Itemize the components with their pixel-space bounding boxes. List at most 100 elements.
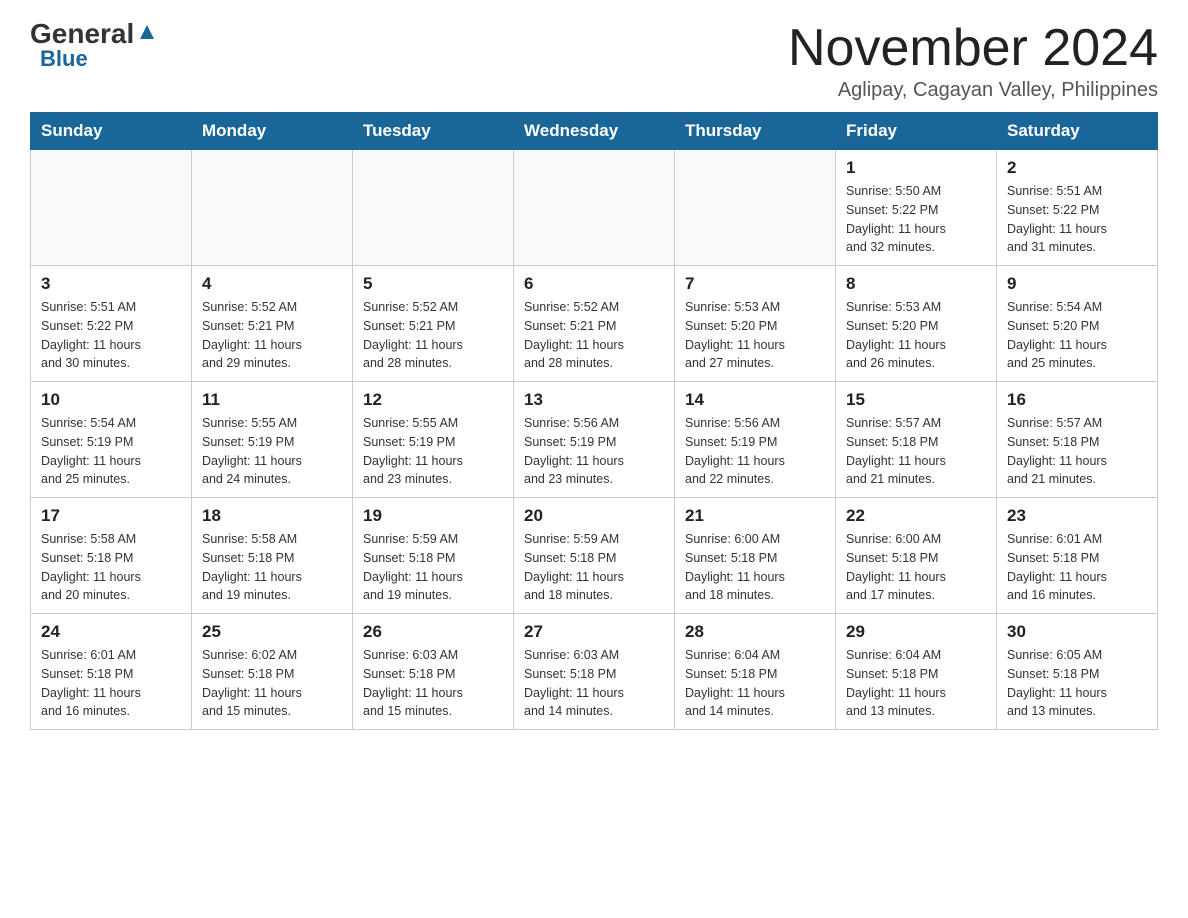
day-number: 20: [524, 506, 664, 526]
day-info: Sunrise: 5:55 AMSunset: 5:19 PMDaylight:…: [363, 414, 503, 489]
location-subtitle: Aglipay, Cagayan Valley, Philippines: [788, 79, 1158, 102]
day-info: Sunrise: 5:51 AMSunset: 5:22 PMDaylight:…: [41, 298, 181, 373]
day-info: Sunrise: 5:59 AMSunset: 5:18 PMDaylight:…: [524, 530, 664, 605]
calendar-week-row: 10Sunrise: 5:54 AMSunset: 5:19 PMDayligh…: [31, 382, 1158, 498]
calendar-cell: 6 Sunrise: 5:52 AMSunset: 5:21 PMDaylight…: [514, 266, 675, 382]
day-number: 12: [363, 390, 503, 410]
weekday-header-row: SundayMondayTuesdayWednesdayThursdayFrid…: [31, 113, 1158, 150]
day-info: Sunrise: 6:05 AMSunset: 5:18 PMDaylight:…: [1007, 646, 1147, 721]
calendar-week-row: 3 Sunrise: 5:51 AMSunset: 5:22 PMDaylight…: [31, 266, 1158, 382]
weekday-header-wednesday: Wednesday: [514, 113, 675, 150]
calendar-cell: 19Sunrise: 5:59 AMSunset: 5:18 PMDayligh…: [353, 498, 514, 614]
calendar-cell: 29 Sunrise: 6:04 AMSunset: 5:18 PMDayligh…: [836, 614, 997, 730]
day-number: 22: [846, 506, 986, 526]
weekday-header-friday: Friday: [836, 113, 997, 150]
calendar-cell: [514, 150, 675, 266]
day-number: 25: [202, 622, 342, 642]
calendar-cell: 17 Sunrise: 5:58 AMSunset: 5:18 PMDayligh…: [31, 498, 192, 614]
calendar-cell: 21Sunrise: 6:00 AMSunset: 5:18 PMDayligh…: [675, 498, 836, 614]
calendar-cell: 11 Sunrise: 5:55 AMSunset: 5:19 PMDayligh…: [192, 382, 353, 498]
day-number: 23: [1007, 506, 1147, 526]
day-number: 1: [846, 158, 986, 178]
day-number: 5: [363, 274, 503, 294]
calendar-cell: 8 Sunrise: 5:53 AMSunset: 5:20 PMDaylight…: [836, 266, 997, 382]
day-info: Sunrise: 6:04 AMSunset: 5:18 PMDaylight:…: [846, 646, 986, 721]
day-info: Sunrise: 5:53 AMSunset: 5:20 PMDaylight:…: [685, 298, 825, 373]
day-info: Sunrise: 5:51 AMSunset: 5:22 PMDaylight:…: [1007, 182, 1147, 257]
day-number: 27: [524, 622, 664, 642]
weekday-header-tuesday: Tuesday: [353, 113, 514, 150]
day-info: Sunrise: 5:55 AMSunset: 5:19 PMDaylight:…: [202, 414, 342, 489]
calendar-week-row: 1 Sunrise: 5:50 AMSunset: 5:22 PMDaylight…: [31, 150, 1158, 266]
calendar-cell: 10Sunrise: 5:54 AMSunset: 5:19 PMDayligh…: [31, 382, 192, 498]
calendar-cell: 27Sunrise: 6:03 AMSunset: 5:18 PMDayligh…: [514, 614, 675, 730]
day-info: Sunrise: 5:54 AMSunset: 5:20 PMDaylight:…: [1007, 298, 1147, 373]
calendar-cell: [353, 150, 514, 266]
calendar-cell: [675, 150, 836, 266]
day-info: Sunrise: 5:58 AMSunset: 5:18 PMDaylight:…: [41, 530, 181, 605]
day-number: 6: [524, 274, 664, 294]
calendar-cell: 12 Sunrise: 5:55 AMSunset: 5:19 PMDayligh…: [353, 382, 514, 498]
day-info: Sunrise: 6:03 AMSunset: 5:18 PMDaylight:…: [363, 646, 503, 721]
calendar-cell: 14Sunrise: 5:56 AMSunset: 5:19 PMDayligh…: [675, 382, 836, 498]
calendar-cell: 25 Sunrise: 6:02 AMSunset: 5:18 PMDayligh…: [192, 614, 353, 730]
day-number: 16: [1007, 390, 1147, 410]
calendar-cell: 22 Sunrise: 6:00 AMSunset: 5:18 PMDayligh…: [836, 498, 997, 614]
page-header: General Blue November 2024 Aglipay, Caga…: [30, 20, 1158, 102]
day-number: 17: [41, 506, 181, 526]
day-info: Sunrise: 5:58 AMSunset: 5:18 PMDaylight:…: [202, 530, 342, 605]
calendar-cell: 18 Sunrise: 5:58 AMSunset: 5:18 PMDayligh…: [192, 498, 353, 614]
calendar-table: SundayMondayTuesdayWednesdayThursdayFrid…: [30, 112, 1158, 730]
calendar-cell: 20 Sunrise: 5:59 AMSunset: 5:18 PMDayligh…: [514, 498, 675, 614]
day-info: Sunrise: 5:53 AMSunset: 5:20 PMDaylight:…: [846, 298, 986, 373]
day-number: 13: [524, 390, 664, 410]
calendar-cell: 7Sunrise: 5:53 AMSunset: 5:20 PMDaylight…: [675, 266, 836, 382]
calendar-cell: 16 Sunrise: 5:57 AMSunset: 5:18 PMDayligh…: [997, 382, 1158, 498]
calendar-cell: 9 Sunrise: 5:54 AMSunset: 5:20 PMDaylight…: [997, 266, 1158, 382]
day-info: Sunrise: 6:01 AMSunset: 5:18 PMDaylight:…: [1007, 530, 1147, 605]
day-number: 4: [202, 274, 342, 294]
day-number: 11: [202, 390, 342, 410]
day-info: Sunrise: 6:00 AMSunset: 5:18 PMDaylight:…: [685, 530, 825, 605]
calendar-cell: 3 Sunrise: 5:51 AMSunset: 5:22 PMDaylight…: [31, 266, 192, 382]
day-number: 24: [41, 622, 181, 642]
day-info: Sunrise: 5:57 AMSunset: 5:18 PMDaylight:…: [1007, 414, 1147, 489]
day-number: 15: [846, 390, 986, 410]
logo: General Blue: [30, 20, 158, 72]
day-info: Sunrise: 5:50 AMSunset: 5:22 PMDaylight:…: [846, 182, 986, 257]
day-number: 8: [846, 274, 986, 294]
month-year-title: November 2024: [788, 20, 1158, 77]
day-number: 2: [1007, 158, 1147, 178]
logo-triangle-icon: [136, 21, 158, 43]
day-info: Sunrise: 5:57 AMSunset: 5:18 PMDaylight:…: [846, 414, 986, 489]
day-info: Sunrise: 5:52 AMSunset: 5:21 PMDaylight:…: [363, 298, 503, 373]
day-number: 19: [363, 506, 503, 526]
day-number: 3: [41, 274, 181, 294]
day-info: Sunrise: 5:56 AMSunset: 5:19 PMDaylight:…: [524, 414, 664, 489]
calendar-cell: 1 Sunrise: 5:50 AMSunset: 5:22 PMDaylight…: [836, 150, 997, 266]
calendar-cell: [192, 150, 353, 266]
calendar-cell: 2 Sunrise: 5:51 AMSunset: 5:22 PMDaylight…: [997, 150, 1158, 266]
weekday-header-thursday: Thursday: [675, 113, 836, 150]
day-info: Sunrise: 5:52 AMSunset: 5:21 PMDaylight:…: [202, 298, 342, 373]
day-number: 9: [1007, 274, 1147, 294]
logo-blue: Blue: [40, 46, 88, 72]
day-number: 10: [41, 390, 181, 410]
calendar-cell: [31, 150, 192, 266]
day-number: 18: [202, 506, 342, 526]
day-info: Sunrise: 5:52 AMSunset: 5:21 PMDaylight:…: [524, 298, 664, 373]
weekday-header-sunday: Sunday: [31, 113, 192, 150]
day-number: 29: [846, 622, 986, 642]
calendar-week-row: 17 Sunrise: 5:58 AMSunset: 5:18 PMDayligh…: [31, 498, 1158, 614]
calendar-cell: 23 Sunrise: 6:01 AMSunset: 5:18 PMDayligh…: [997, 498, 1158, 614]
day-info: Sunrise: 6:04 AMSunset: 5:18 PMDaylight:…: [685, 646, 825, 721]
weekday-header-monday: Monday: [192, 113, 353, 150]
day-number: 30: [1007, 622, 1147, 642]
day-info: Sunrise: 5:56 AMSunset: 5:19 PMDaylight:…: [685, 414, 825, 489]
day-number: 28: [685, 622, 825, 642]
calendar-cell: 24 Sunrise: 6:01 AMSunset: 5:18 PMDayligh…: [31, 614, 192, 730]
day-info: Sunrise: 6:01 AMSunset: 5:18 PMDaylight:…: [41, 646, 181, 721]
day-info: Sunrise: 6:02 AMSunset: 5:18 PMDaylight:…: [202, 646, 342, 721]
calendar-cell: 5 Sunrise: 5:52 AMSunset: 5:21 PMDaylight…: [353, 266, 514, 382]
day-info: Sunrise: 6:00 AMSunset: 5:18 PMDaylight:…: [846, 530, 986, 605]
